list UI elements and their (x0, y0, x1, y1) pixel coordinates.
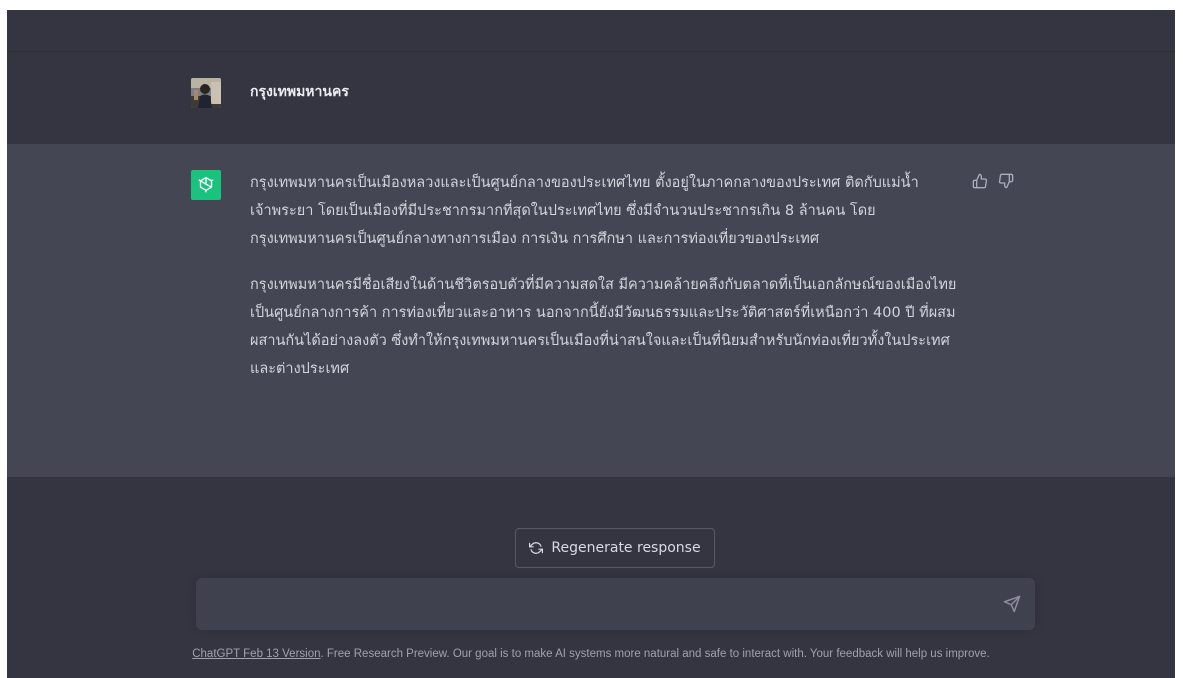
thumbs-up-icon[interactable] (972, 173, 988, 189)
assistant-message-text: กรุงเทพมหานครเป็นเมืองหลวงและเป็นศูนย์กล… (250, 169, 960, 401)
assistant-message-row: กรุงเทพมหานครเป็นเมืองหลวงและเป็นศูนย์กล… (7, 144, 1175, 477)
top-bar (7, 10, 1175, 51)
footer-disclaimer: ChatGPT Feb 13 Version. Free Research Pr… (7, 648, 1175, 660)
chatgpt-logo-icon (191, 170, 221, 200)
user-message-row: กรุงเทพมหานคร (7, 51, 1175, 145)
regenerate-response-button[interactable]: Regenerate response (515, 528, 715, 568)
send-icon[interactable] (1003, 595, 1021, 613)
user-message-text: กรุงเทพมหานคร (250, 84, 349, 100)
message-composer (196, 578, 1035, 630)
message-input[interactable] (210, 592, 994, 620)
assistant-paragraph: กรุงเทพมหานครมีชื่อเสียงในด้านชีวิตรอบตั… (250, 277, 957, 377)
refresh-icon (529, 542, 544, 554)
thumbs-down-icon[interactable] (998, 173, 1014, 189)
regenerate-label: Regenerate response (551, 540, 701, 556)
user-photo-icon (191, 78, 221, 108)
user-avatar (191, 78, 221, 108)
version-link[interactable]: ChatGPT Feb 13 Version (192, 648, 320, 660)
disclaimer-text: . Free Research Preview. Our goal is to … (320, 648, 990, 660)
feedback-buttons (972, 173, 1014, 189)
chat-window: กรุงเทพมหานคร กรุงเทพมหานครเป็นเมืองหลวง… (7, 10, 1175, 678)
assistant-paragraph: กรุงเทพมหานครเป็นเมืองหลวงและเป็นศูนย์กล… (250, 175, 919, 247)
